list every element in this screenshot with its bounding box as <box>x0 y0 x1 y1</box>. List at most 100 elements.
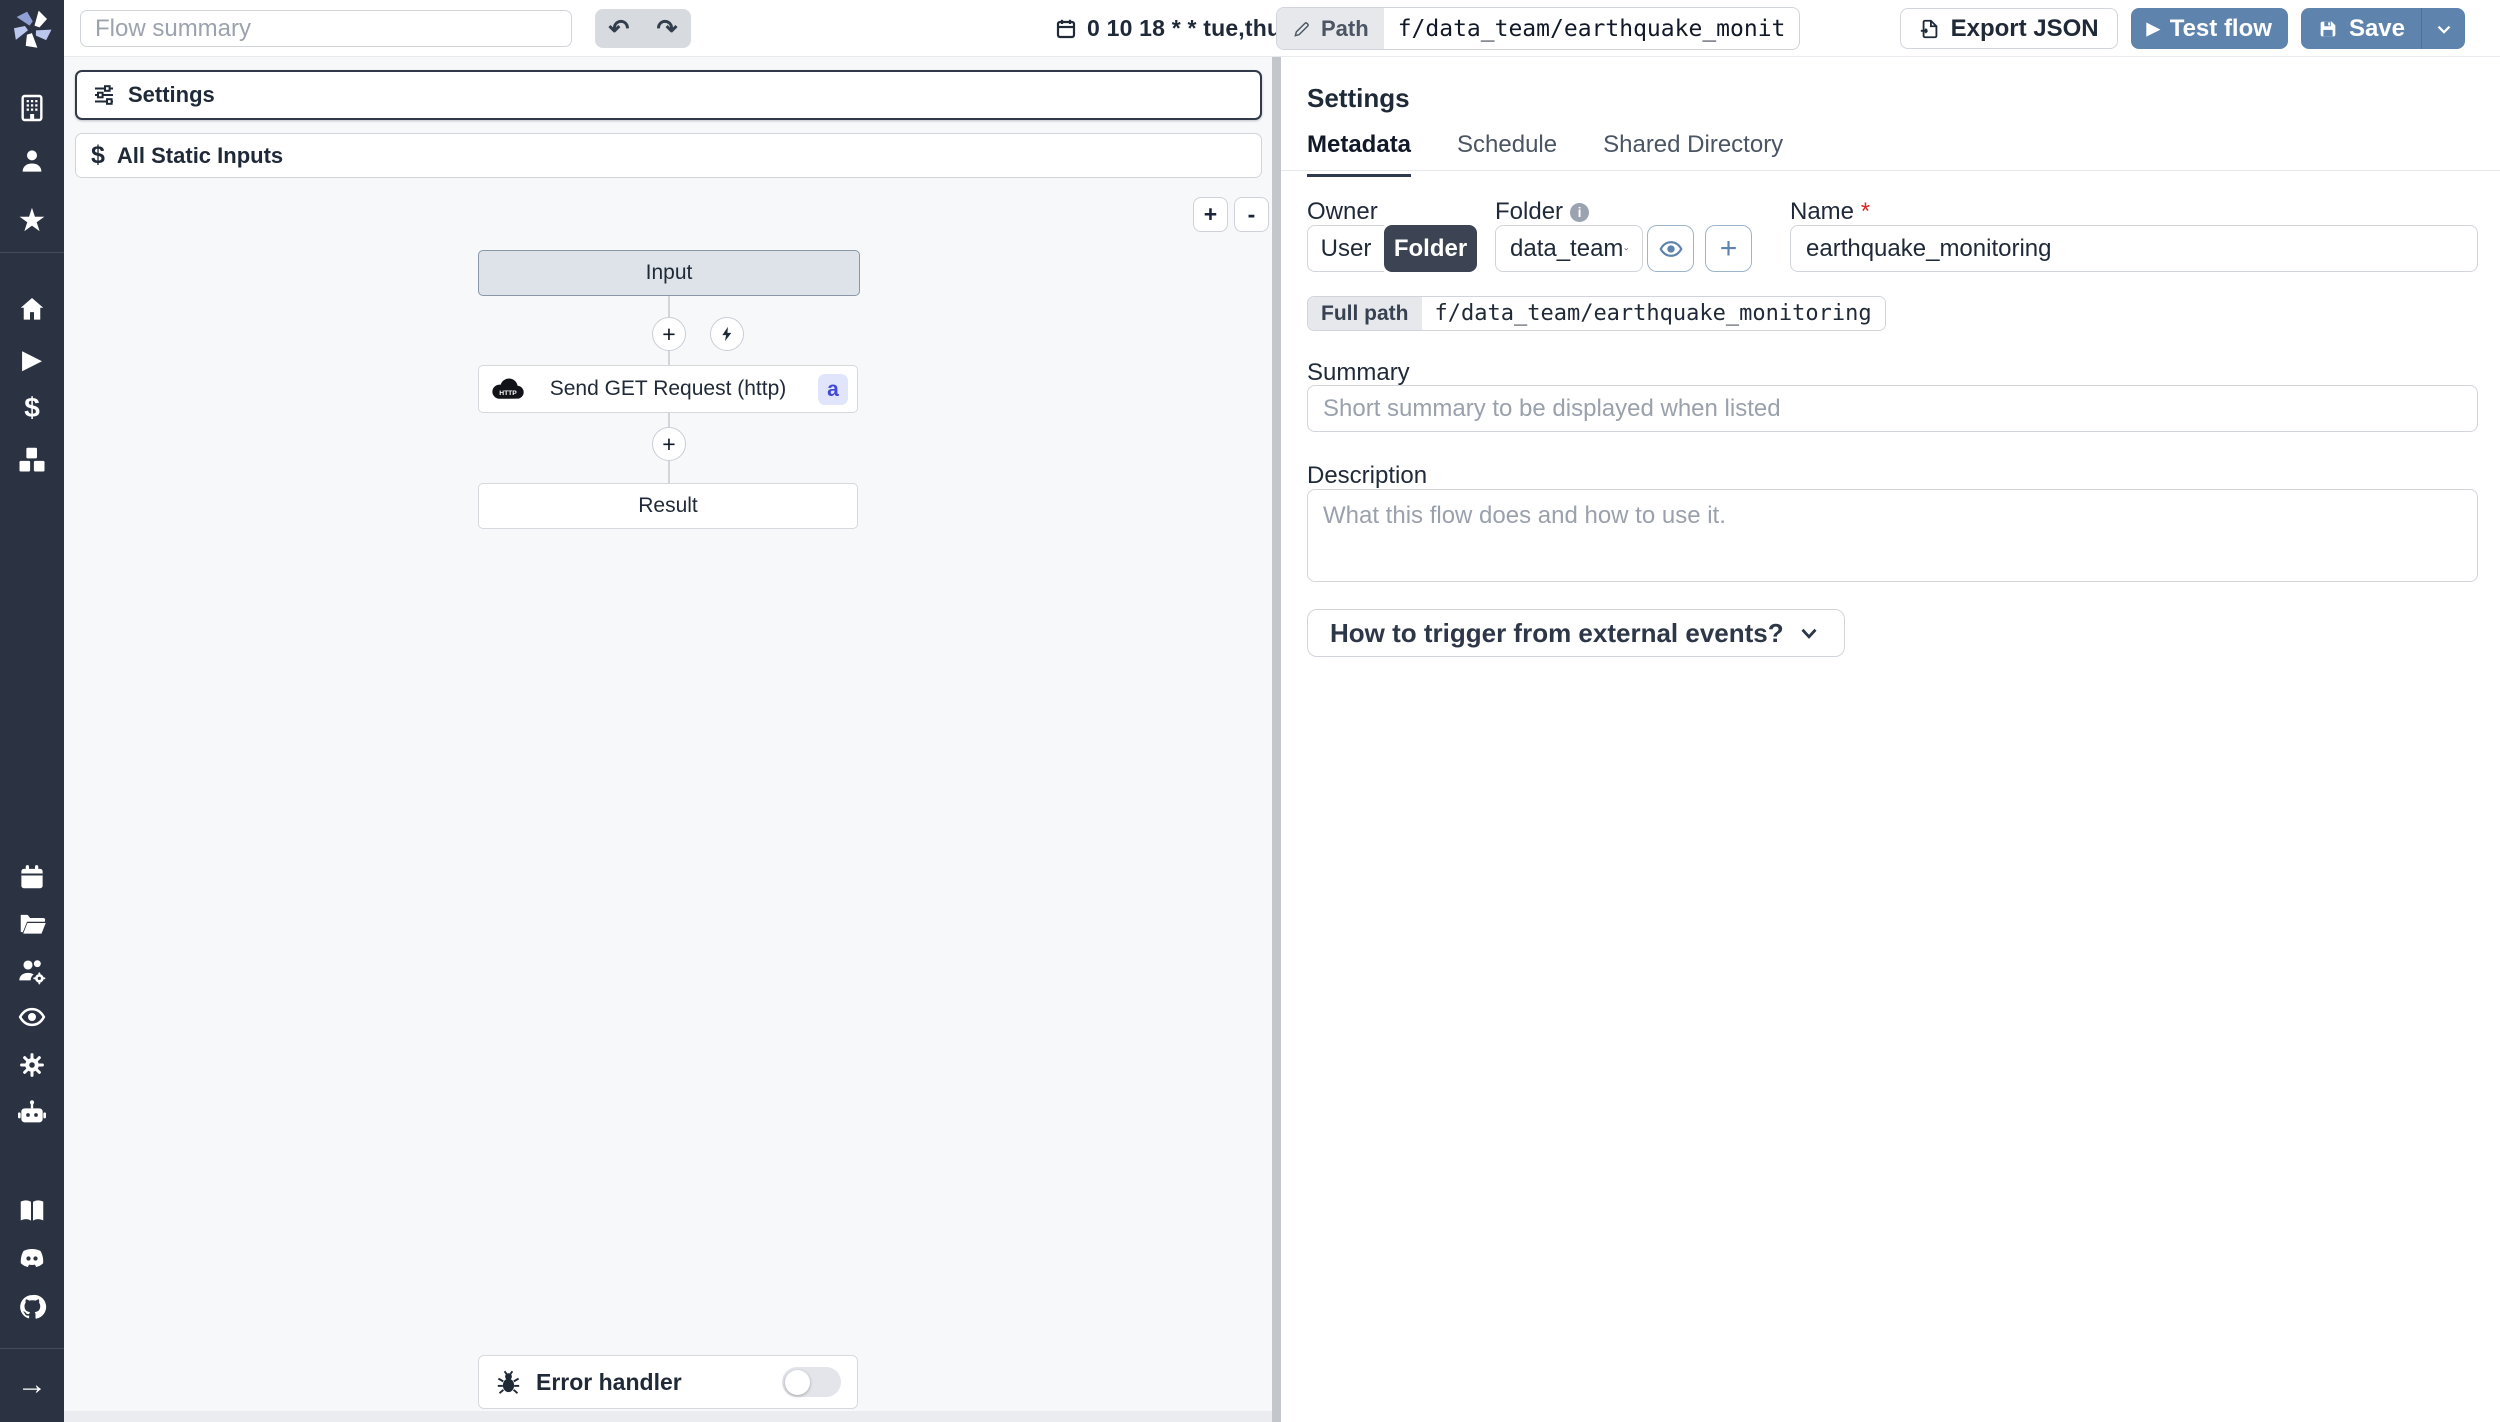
plus-icon: + <box>1719 231 1738 265</box>
sidebar-item-workspace[interactable] <box>10 88 54 128</box>
add-step-button-top[interactable]: + <box>652 317 686 351</box>
dollar-icon: $ <box>24 392 40 423</box>
home-icon <box>20 298 44 320</box>
zoom-in-button[interactable]: + <box>1193 197 1228 232</box>
schedule-summary[interactable]: 0 10 18 * * tue,thu <box>1054 0 1281 57</box>
panel-title: Settings <box>1307 83 1410 113</box>
path-value[interactable]: f/data_team/earthquake_monit <box>1384 8 1800 49</box>
owner-kind-toggle: User Folder <box>1307 225 1477 272</box>
sliders-icon <box>95 85 113 105</box>
input-node[interactable]: Input <box>478 250 860 296</box>
sidebar-item-settings[interactable] <box>10 1045 54 1085</box>
chevron-down-icon <box>2437 25 2450 34</box>
canvas-zoom-controls: + - <box>1193 197 1269 232</box>
sidebar-item-favorites[interactable]: ★ <box>10 200 54 240</box>
add-step-button-bottom[interactable]: + <box>652 427 686 461</box>
add-trigger-button[interactable] <box>710 317 744 351</box>
sidebar-divider <box>0 1348 64 1349</box>
edit-path-button[interactable]: Path <box>1277 8 1384 49</box>
http-step-node[interactable]: HTTP Send GET Request (http) a <box>478 365 858 413</box>
robot-icon <box>18 1100 46 1123</box>
undo-button[interactable]: ↶ <box>595 9 643 48</box>
undo-icon: ↶ <box>608 14 630 43</box>
info-icon[interactable]: i <box>1570 202 1590 222</box>
sidebar-item-discord[interactable] <box>10 1239 54 1279</box>
sidebar-item-folders[interactable] <box>10 903 54 943</box>
chevron-down-icon <box>1801 628 1817 639</box>
save-split-button: Save <box>2300 8 2465 49</box>
folder-select-value: data_team <box>1510 234 1624 262</box>
flow-summary-input[interactable] <box>80 10 572 47</box>
sidebar-item-groups[interactable] <box>10 951 54 991</box>
dollar-icon: $ <box>91 141 105 169</box>
step-id-badge: a <box>818 374 848 405</box>
summary-input[interactable] <box>1307 385 2478 432</box>
play-icon: ▶ <box>22 344 42 374</box>
full-path-value: f/data_team/earthquake_monitoring <box>1421 297 1885 330</box>
full-path-display: Full path f/data_team/earthquake_monitor… <box>1307 296 1886 331</box>
sidebar: ★ ▶ $ → <box>0 0 64 1422</box>
flow-canvas: Settings $ All Static Inputs + - Input +… <box>64 57 1272 1422</box>
new-folder-button[interactable]: + <box>1705 225 1752 272</box>
export-json-button[interactable]: Export JSON <box>1899 8 2118 49</box>
windmill-logo[interactable] <box>11 8 53 50</box>
sidebar-item-runs[interactable]: ▶ <box>10 339 54 379</box>
error-handler-toggle[interactable] <box>782 1367 841 1397</box>
result-node-label: Result <box>638 494 698 517</box>
name-label: Name * <box>1790 198 1871 225</box>
toggle-knob <box>785 1369 810 1395</box>
undo-redo-group: ↶ ↷ <box>595 9 691 48</box>
sidebar-item-docs[interactable] <box>10 1191 54 1231</box>
redo-icon: ↷ <box>656 14 678 43</box>
sidebar-item-resources[interactable] <box>10 439 54 479</box>
building-icon <box>21 94 43 122</box>
description-textarea[interactable] <box>1307 489 2478 582</box>
sidebar-item-user[interactable] <box>10 141 54 181</box>
sidebar-expand-button[interactable]: → <box>10 1365 54 1405</box>
flow-settings-row-label: Settings <box>128 82 215 107</box>
save-button[interactable]: Save <box>2301 8 2421 49</box>
panel-splitter[interactable] <box>1272 57 1281 1422</box>
http-step-label: Send GET Request (http) <box>549 377 787 400</box>
redo-button[interactable]: ↷ <box>643 9 691 48</box>
eye-icon <box>1658 240 1683 257</box>
test-flow-label: Test flow <box>2169 14 2272 42</box>
sidebar-item-schedules[interactable] <box>10 857 54 897</box>
play-icon: ▶ <box>2146 18 2160 38</box>
sidebar-item-audit[interactable] <box>10 997 54 1037</box>
sidebar-divider <box>0 252 64 253</box>
sidebar-item-workers[interactable] <box>10 1093 54 1133</box>
save-label: Save <box>2348 14 2405 42</box>
minus-icon: - <box>1247 201 1256 227</box>
trigger-help-button[interactable]: How to trigger from external events? <box>1307 609 1845 657</box>
view-folder-button[interactable] <box>1647 225 1694 272</box>
zoom-out-button[interactable]: - <box>1234 197 1269 232</box>
cubes-icon <box>18 446 46 473</box>
owner-folder-option[interactable]: Folder <box>1384 225 1477 272</box>
calendar-icon <box>1056 19 1076 38</box>
result-node[interactable]: Result <box>478 483 858 529</box>
gear-icon <box>20 1053 44 1077</box>
test-flow-button[interactable]: ▶ Test flow <box>2130 8 2288 49</box>
arrow-right-icon: → <box>17 1368 47 1401</box>
sidebar-item-variables[interactable]: $ <box>10 388 54 428</box>
eye-icon <box>18 1007 46 1027</box>
flow-name-input[interactable] <box>1790 225 2478 272</box>
all-static-inputs-label: All Static Inputs <box>116 142 284 168</box>
required-mark: * <box>1860 198 1871 225</box>
folder-select[interactable]: data_team <box>1495 225 1643 272</box>
plus-icon: + <box>1203 201 1218 227</box>
all-static-inputs-row[interactable]: $ All Static Inputs <box>75 133 1262 178</box>
owner-user-option[interactable]: User <box>1307 225 1384 272</box>
tabs-underline <box>1281 170 2500 171</box>
github-icon <box>20 1294 47 1319</box>
error-handler-node[interactable]: Error handler <box>478 1355 858 1409</box>
settings-panel: Settings Metadata Schedule Shared Direct… <box>1281 57 2500 1422</box>
flow-settings-row[interactable]: Settings <box>75 70 1262 120</box>
sidebar-item-home[interactable] <box>10 289 54 329</box>
sidebar-item-github[interactable] <box>10 1287 54 1327</box>
path-control: Path f/data_team/earthquake_monit <box>1276 7 1801 50</box>
save-dropdown-button[interactable] <box>2421 8 2465 49</box>
topbar-actions: Export JSON ▶ Test flow Save <box>1899 8 2465 49</box>
description-label: Description <box>1307 462 1428 489</box>
